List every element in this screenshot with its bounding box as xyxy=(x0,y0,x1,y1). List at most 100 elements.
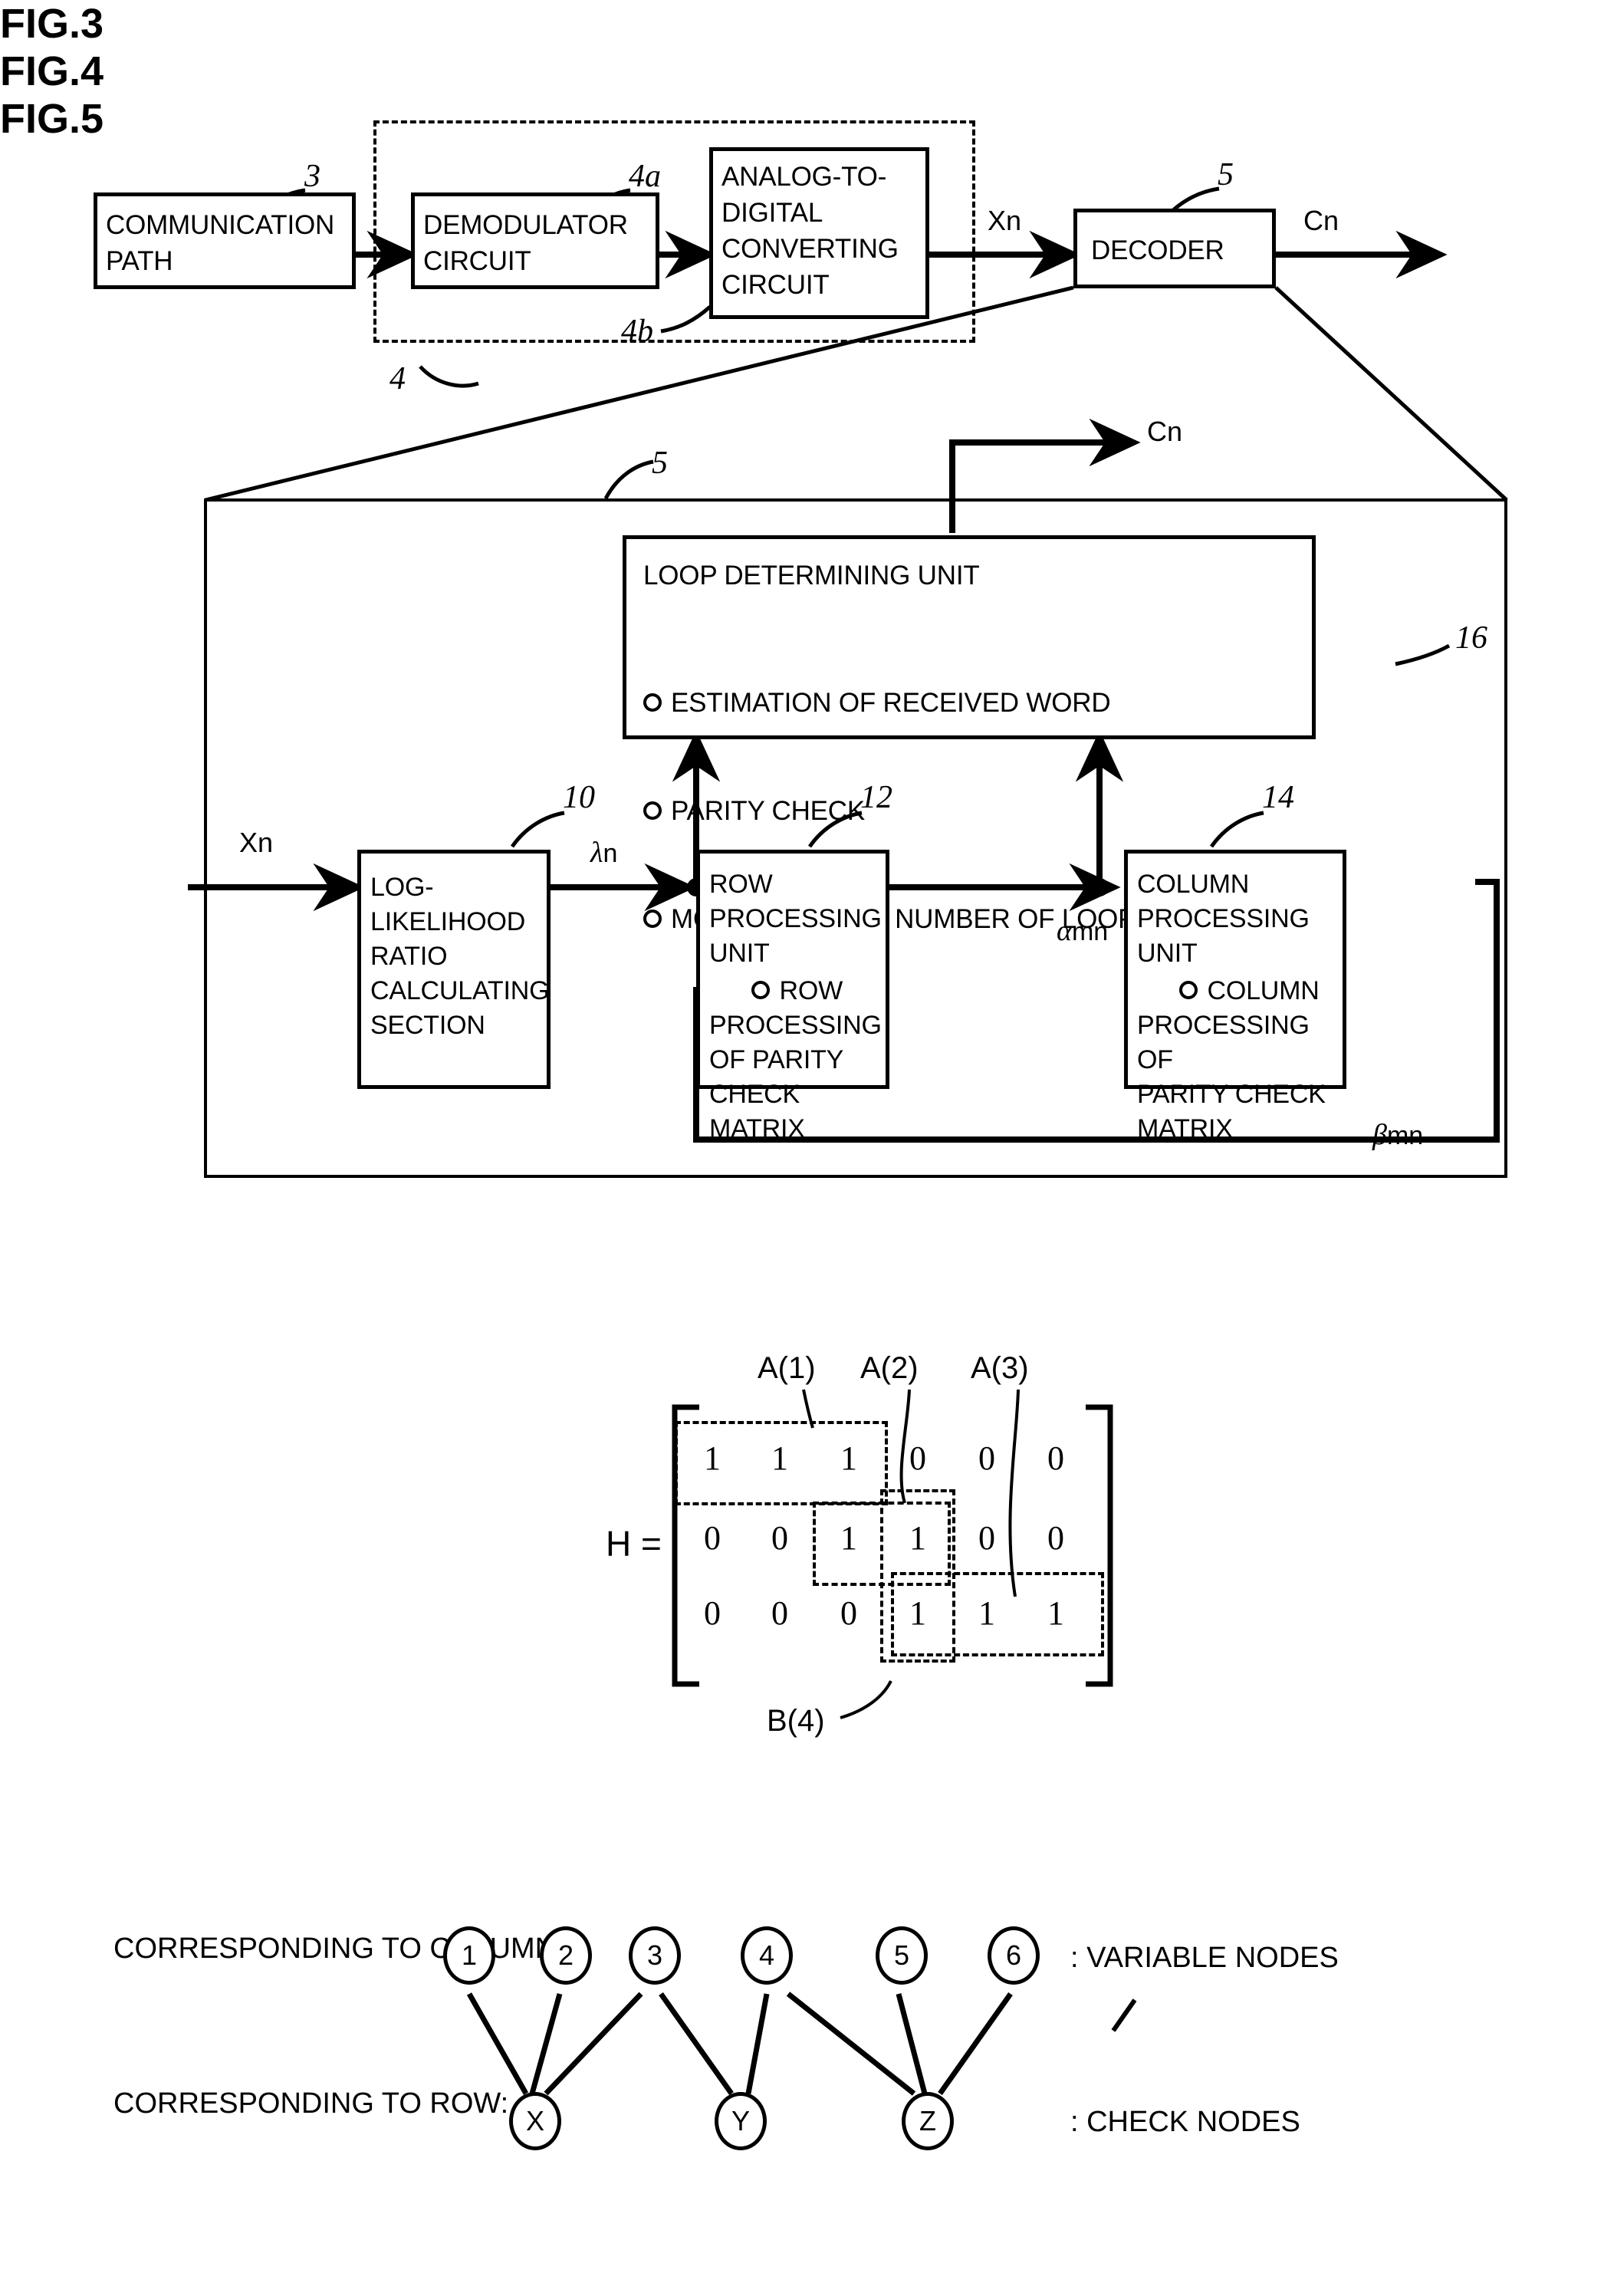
edge-3-Y xyxy=(659,1992,734,2096)
decoder-box[interactable]: DECODER xyxy=(1073,209,1276,288)
label-corresponding-to-row: CORRESPONDING TO ROW: xyxy=(113,2087,509,2120)
loop-item-label-1: PARITY CHECK xyxy=(671,796,866,826)
legend-check-nodes: : CHECK NODES xyxy=(1070,2106,1300,2138)
llr-calculating-section-box[interactable]: LOG- LIKELIHOOD RATIO CALCULATING SECTIO… xyxy=(357,850,551,1089)
matrix-cell: 1 xyxy=(840,1439,857,1477)
variable-node-label: 1 xyxy=(461,1939,478,1971)
variable-node-label: 5 xyxy=(893,1939,910,1971)
check-node[interactable]: Y xyxy=(715,2092,767,2150)
variable-node[interactable]: 2 xyxy=(540,1926,592,1985)
lambda-sub: n xyxy=(603,839,618,868)
edge-5-Z xyxy=(896,1993,928,2094)
matrix-cell: 0 xyxy=(704,1519,721,1557)
signal-lambda-n-label: λn xyxy=(590,836,617,870)
signal-beta-mn-label: βmn xyxy=(1372,1118,1423,1152)
signal-xn-label-top: Xn xyxy=(988,205,1022,236)
check-node[interactable]: X xyxy=(509,2092,561,2150)
edge-6-Z xyxy=(938,1992,1013,2096)
loop-determining-unit-title: LOOP DETERMINING UNIT xyxy=(643,561,980,590)
ref-5-detail: 5 xyxy=(652,446,668,481)
matrix-cell: 1 xyxy=(978,1594,995,1632)
check-node-label: Y xyxy=(731,2105,750,2136)
demodulator-circuit-box[interactable]: DEMODULATOR CIRCUIT xyxy=(411,192,659,289)
matrix-cell: 0 xyxy=(1047,1439,1064,1477)
edge-3-X xyxy=(544,1992,643,2096)
beta-sub: mn xyxy=(1386,1121,1424,1150)
variable-node-label: 3 xyxy=(646,1939,663,1971)
matrix-cell: 0 xyxy=(978,1519,995,1557)
check-node[interactable]: Z xyxy=(902,2092,954,2150)
ref-12: 12 xyxy=(860,780,892,815)
variable-node-label: 4 xyxy=(758,1939,775,1971)
decoder-label: DECODER xyxy=(1091,235,1224,265)
matrix-cell: 0 xyxy=(771,1594,788,1632)
edge-4-Y xyxy=(745,1993,770,2094)
callout-A2: A(2) xyxy=(860,1351,919,1385)
llr-calculating-section-label: LOG- LIKELIHOOD RATIO CALCULATING SECTIO… xyxy=(370,873,550,1040)
callout-A3: A(3) xyxy=(971,1351,1029,1385)
legend-leader-6 xyxy=(1111,1998,1137,2032)
ref-16: 16 xyxy=(1455,620,1487,656)
leader-ref-4 xyxy=(419,365,479,388)
signal-cn-label-top: Cn xyxy=(1303,205,1339,236)
beta-glyph: β xyxy=(1372,1119,1387,1151)
legend-variable-nodes: : VARIABLE NODES xyxy=(1070,1942,1339,1974)
bullet-circle-icon xyxy=(643,910,662,928)
ad-converting-circuit-label: ANALOG-TO- DIGITAL CONVERTING CIRCUIT xyxy=(721,162,899,300)
demodulator-circuit-label: DEMODULATOR CIRCUIT xyxy=(423,210,628,276)
matrix-cell: 1 xyxy=(704,1439,721,1477)
matrix-cell: 0 xyxy=(909,1439,926,1477)
matrix-cell: 1 xyxy=(771,1439,788,1477)
leader-A3 xyxy=(1008,1389,1020,1597)
matrix-cell: 1 xyxy=(909,1594,926,1632)
variable-node[interactable]: 5 xyxy=(876,1926,928,1985)
variable-node[interactable]: 4 xyxy=(741,1926,793,1985)
communication-path-box[interactable]: COMMUNICATION PATH xyxy=(94,192,356,289)
label-corresponding-to-column: CORRESPONDING TO COLUMN: xyxy=(113,1933,564,1965)
edge-2-X xyxy=(529,1993,563,2094)
variable-node[interactable]: 1 xyxy=(443,1926,495,1985)
fig4-title: FIG.4 xyxy=(0,48,104,94)
fig3-title: FIG.3 xyxy=(0,1,104,47)
ad-converting-circuit-box[interactable]: ANALOG-TO- DIGITAL CONVERTING CIRCUIT xyxy=(709,147,929,319)
matrix-cell: 0 xyxy=(978,1439,995,1477)
bullet-circle-icon xyxy=(1179,981,1198,999)
expansion-line-right xyxy=(1274,286,1508,502)
leader-ref-5-detail xyxy=(603,459,654,500)
matrix-cell: 1 xyxy=(840,1519,857,1557)
ref-4a: 4a xyxy=(629,159,661,194)
callout-B4: B(4) xyxy=(767,1704,825,1738)
row-processing-item-label: ROW PROCESSING OF PARITY CHECK MATRIX xyxy=(709,976,882,1143)
matrix-cell: 0 xyxy=(771,1519,788,1557)
column-processing-item-label: COLUMN PROCESSING OF PARITY CHECK MATRIX xyxy=(1137,976,1326,1143)
row-processing-unit-box[interactable]: ROW PROCESSING UNIT ROW PROCESSING OF PA… xyxy=(696,850,889,1143)
bullet-circle-icon xyxy=(643,693,662,712)
alpha-sub: mn xyxy=(1071,917,1109,946)
loop-item-row: PARITY CHECK xyxy=(643,793,1224,829)
ref-4: 4 xyxy=(389,361,406,396)
matrix-cell: 1 xyxy=(1047,1594,1064,1632)
matrix-cell: 1 xyxy=(909,1519,926,1557)
ref-10: 10 xyxy=(563,780,595,815)
callout-A1: A(1) xyxy=(758,1351,816,1385)
communication-path-label: COMMUNICATION PATH xyxy=(106,210,335,276)
variable-node-label: 6 xyxy=(1005,1939,1022,1971)
variable-node[interactable]: 3 xyxy=(629,1926,681,1985)
bullet-circle-icon xyxy=(643,801,662,820)
loop-determining-unit-box[interactable]: LOOP DETERMINING UNIT ESTIMATION OF RECE… xyxy=(623,535,1316,934)
edge-4-Z xyxy=(786,1992,916,2096)
variable-node[interactable]: 6 xyxy=(988,1926,1040,1985)
lambda-glyph: λ xyxy=(590,837,603,869)
column-processing-unit-item: COLUMN PROCESSING OF PARITY CHECK MATRIX xyxy=(1137,939,1343,1181)
signal-cn-label-detail: Cn xyxy=(1147,416,1183,447)
ref-3: 3 xyxy=(304,159,320,194)
column-processing-unit-box[interactable]: COLUMN PROCESSING UNIT COLUMN PROCESSING… xyxy=(1124,850,1346,1143)
signal-xn-label-detail: Xn xyxy=(239,827,274,858)
matrix-cell: 0 xyxy=(840,1594,857,1632)
ref-5-top: 5 xyxy=(1218,157,1234,192)
ref-4b: 4b xyxy=(621,314,653,349)
patent-figure-sheet: FIG.3 COMMUNICATION PATH 3 DEMODULATOR C… xyxy=(0,0,1604,2296)
signal-alpha-mn-label: αmn xyxy=(1057,914,1108,948)
check-node-label: Z xyxy=(919,2105,936,2136)
bullet-circle-icon xyxy=(751,981,771,999)
